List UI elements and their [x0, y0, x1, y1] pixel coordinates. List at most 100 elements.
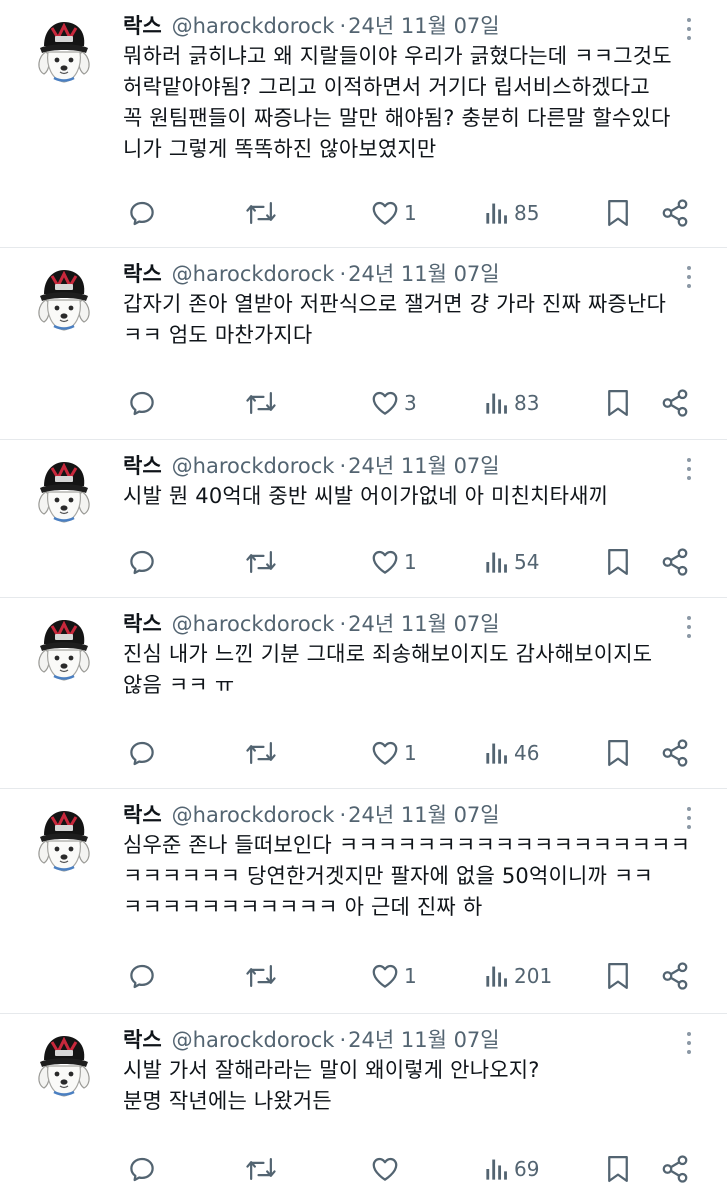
tweet-text: 시발 뭔 40억대 중반 씨발 어이가없네 아 미친치타새끼 [123, 481, 713, 512]
retweet-icon [246, 551, 276, 573]
reply-button[interactable] [127, 545, 157, 579]
reply-button[interactable] [127, 196, 157, 230]
bookmark-button[interactable] [605, 736, 631, 770]
heart-icon [372, 964, 398, 988]
share-button[interactable] [660, 736, 690, 770]
like-button[interactable]: 3 [370, 386, 417, 420]
user-handle[interactable]: @harockdorock [172, 14, 335, 38]
share-icon [662, 199, 688, 227]
action-bar: 1 85 [0, 196, 727, 230]
bookmark-button[interactable] [605, 196, 631, 230]
views-button[interactable]: 69 [484, 1152, 539, 1186]
retweet-button[interactable] [245, 545, 277, 579]
retweet-icon [246, 965, 276, 987]
tweet-text-line: 진심 내가 느낀 기분 그대로 죄송해보이지도 감사해보이지도 [123, 642, 653, 666]
share-button[interactable] [660, 959, 690, 993]
views-button[interactable]: 83 [484, 386, 539, 420]
tweet-date[interactable]: 24년 11월 07일 [348, 262, 499, 286]
avatar[interactable] [24, 1026, 104, 1106]
reply-button[interactable] [127, 1152, 157, 1186]
retweet-icon [246, 1158, 276, 1180]
avatar[interactable] [24, 452, 104, 532]
like-count: 1 [404, 741, 417, 765]
views-button[interactable]: 201 [484, 959, 552, 993]
tweet-date[interactable]: 24년 11월 07일 [348, 803, 499, 827]
display-name[interactable]: 락스 [123, 1028, 162, 1052]
tweet-date[interactable]: 24년 11월 07일 [348, 14, 499, 38]
bookmark-button[interactable] [605, 1152, 631, 1186]
display-name[interactable]: 락스 [123, 454, 162, 478]
retweet-icon [246, 202, 276, 224]
tweet-text-line: ㅋㅋㅋㅋㅋㅋ 당연한거겟지만 팔자에 없을 50억이니까 ㅋㅋ [123, 864, 653, 888]
display-name[interactable]: 락스 [123, 612, 162, 636]
user-handle[interactable]: @harockdorock [172, 262, 335, 286]
avatar[interactable] [24, 801, 104, 881]
like-button[interactable]: 1 [370, 545, 417, 579]
like-button[interactable]: 1 [370, 196, 417, 230]
tweet[interactable]: 락스 @harockdorock ·24년 11월 07일 심우준 존나 들떠보인다… [0, 789, 727, 1014]
bookmark-button[interactable] [605, 545, 631, 579]
retweet-button[interactable] [245, 1152, 277, 1186]
avatar[interactable] [24, 12, 104, 92]
reply-button[interactable] [127, 736, 157, 770]
heart-icon [372, 550, 398, 574]
avatar[interactable] [24, 260, 104, 340]
views-icon [486, 743, 507, 764]
user-handle[interactable]: @harockdorock [172, 454, 335, 478]
display-name[interactable]: 락스 [123, 803, 162, 827]
tweet-header: 락스 @harockdorock ·24년 11월 07일 [123, 609, 697, 639]
views-button[interactable]: 54 [484, 545, 539, 579]
tweet[interactable]: 락스 @harockdorock ·24년 11월 07일 갑자기 존아 열받아 저… [0, 248, 727, 440]
tweet[interactable]: 락스 @harockdorock ·24년 11월 07일 시발 가서 잘해라라는 … [0, 1014, 727, 1200]
bookmark-icon [608, 390, 628, 416]
retweet-button[interactable] [245, 959, 277, 993]
bookmark-button[interactable] [605, 959, 631, 993]
reply-icon [130, 741, 154, 766]
display-name[interactable]: 락스 [123, 14, 162, 38]
reply-button[interactable] [127, 959, 157, 993]
tweet-text-line: 허락맡아야됨? 그리고 이적하면서 거기다 립서비스하겠다고 [123, 75, 650, 99]
like-button[interactable] [370, 1152, 404, 1186]
user-handle[interactable]: @harockdorock [172, 803, 335, 827]
user-handle[interactable]: @harockdorock [172, 612, 335, 636]
avatar[interactable] [24, 610, 104, 690]
like-button[interactable]: 1 [370, 736, 417, 770]
tweet-header: 락스 @harockdorock ·24년 11월 07일 [123, 11, 697, 41]
puppy-avatar-icon [25, 802, 103, 880]
user-handle[interactable]: @harockdorock [172, 1028, 335, 1052]
like-count: 3 [404, 391, 417, 415]
tweet-text: 심우준 존나 들떠보인다 ㅋㅋㅋㅋㅋㅋㅋㅋㅋㅋㅋㅋㅋㅋㅋㅋㅋㅋ ㅋㅋㅋㅋㅋㅋ 당… [123, 830, 713, 923]
tweet-feed: 락스 @harockdorock ·24년 11월 07일 뭐하러 긁히냐고 왜 지… [0, 0, 727, 1200]
display-name[interactable]: 락스 [123, 262, 162, 286]
reply-button[interactable] [127, 386, 157, 420]
reply-icon [130, 201, 154, 226]
tweet-text-line: 시발 가서 잘해라라는 말이 왜이렇게 안나오지? [123, 1058, 540, 1082]
tweet[interactable]: 락스 @harockdorock ·24년 11월 07일 시발 뭔 40억대 중반… [0, 440, 727, 598]
puppy-avatar-icon [25, 261, 103, 339]
tweet-text: 시발 가서 잘해라라는 말이 왜이렇게 안나오지? 분명 작년에는 나왔거든 [123, 1055, 713, 1117]
retweet-button[interactable] [245, 736, 277, 770]
retweet-button[interactable] [245, 196, 277, 230]
bookmark-button[interactable] [605, 386, 631, 420]
tweet-date[interactable]: 24년 11월 07일 [348, 454, 499, 478]
tweet[interactable]: 락스 @harockdorock ·24년 11월 07일 진심 내가 느낀 기분 … [0, 598, 727, 789]
tweet-date[interactable]: 24년 11월 07일 [348, 1028, 499, 1052]
tweet-text: 뭐하러 긁히냐고 왜 지랄들이야 우리가 긁혔다는데 ㅋㅋ그것도 허락맡아야됨?… [123, 41, 713, 165]
tweet-text-line: 니가 그렇게 똑똑하진 않아보였지만 [123, 137, 437, 161]
view-count: 46 [514, 741, 540, 765]
tweet-text-line: ㅋㅋ 엄도 마찬가지다 [123, 323, 313, 347]
view-count: 85 [514, 201, 540, 225]
views-button[interactable]: 85 [484, 196, 539, 230]
share-icon [662, 1155, 688, 1183]
share-button[interactable] [660, 196, 690, 230]
share-icon [662, 548, 688, 576]
tweet-text-line: 뭐하러 긁히냐고 왜 지랄들이야 우리가 긁혔다는데 ㅋㅋ그것도 [123, 44, 672, 68]
share-button[interactable] [660, 386, 690, 420]
share-button[interactable] [660, 545, 690, 579]
tweet[interactable]: 락스 @harockdorock ·24년 11월 07일 뭐하러 긁히냐고 왜 지… [0, 0, 727, 248]
retweet-button[interactable] [245, 386, 277, 420]
like-button[interactable]: 1 [370, 959, 417, 993]
tweet-date[interactable]: 24년 11월 07일 [348, 612, 499, 636]
share-button[interactable] [660, 1152, 690, 1186]
views-button[interactable]: 46 [484, 736, 539, 770]
